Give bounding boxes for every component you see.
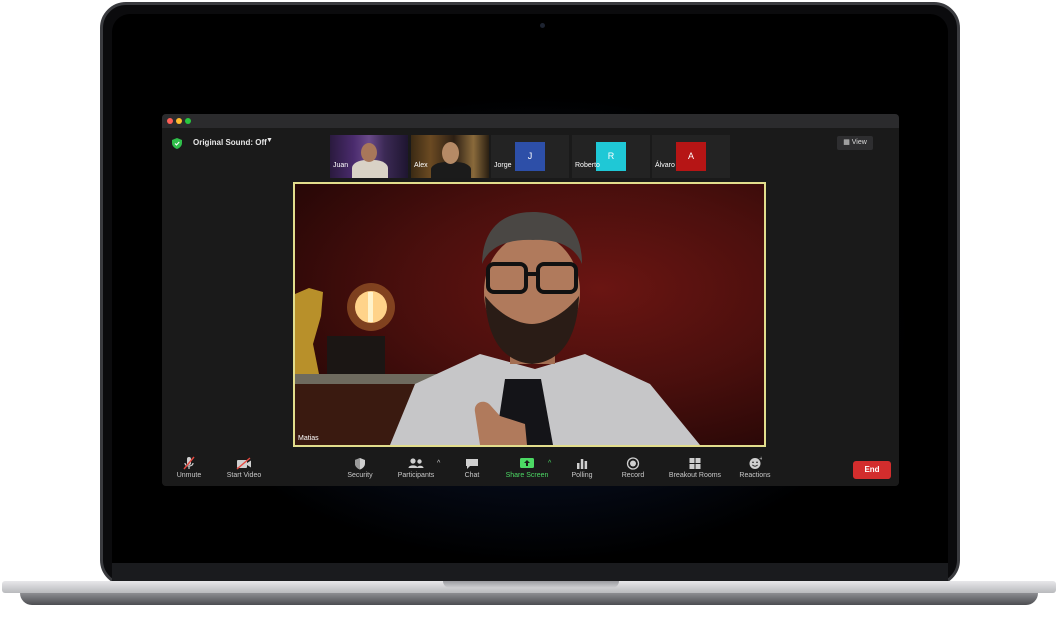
share-screen-icon <box>520 458 534 468</box>
meeting-header: Original Sound: Off ▼ Juan Alex J Jorge … <box>162 128 899 182</box>
laptop-chin <box>112 563 948 583</box>
participant-name: Alex <box>414 162 428 169</box>
reactions-button[interactable]: + Reactions <box>737 456 773 484</box>
gold-statue <box>295 288 323 374</box>
polling-label: Polling <box>571 472 593 479</box>
polling-chart-icon <box>577 459 588 469</box>
zoom-meeting-window: Original Sound: Off ▼ Juan Alex J Jorge … <box>162 114 899 486</box>
participant-name: Álvaro <box>655 162 675 169</box>
participant-name: Roberto <box>575 162 600 169</box>
reactions-label: Reactions <box>739 472 771 479</box>
participant-tile-alex[interactable]: Alex <box>411 135 489 178</box>
participants-icon <box>408 458 424 468</box>
minimize-window-button[interactable] <box>176 118 182 124</box>
maximize-window-button[interactable] <box>185 118 191 124</box>
security-button[interactable]: Security <box>345 456 375 484</box>
active-speaker-video[interactable]: Matias <box>293 182 766 447</box>
grid-view-icon: ▦ <box>843 139 850 146</box>
participant-tile-roberto[interactable]: R Roberto <box>572 135 650 178</box>
participants-chevron-up-icon[interactable]: ^ <box>437 460 440 467</box>
muted-microphone-icon <box>183 456 195 470</box>
meeting-toolbar: Unmute Start Video Security Participants… <box>162 452 899 486</box>
security-label: Security <box>347 472 373 479</box>
window-titlebar <box>162 114 899 128</box>
participant-name: Jorge <box>494 162 512 169</box>
glasses-bridge <box>526 272 538 276</box>
unmute-button[interactable]: Unmute <box>174 456 204 484</box>
avatar: R <box>596 142 626 171</box>
breakout-rooms-button[interactable]: Breakout Rooms <box>666 456 724 484</box>
record-button[interactable]: Record <box>618 456 648 484</box>
participant-name: Juan <box>333 162 349 169</box>
end-meeting-button[interactable]: End <box>853 461 891 479</box>
camera-icon <box>540 23 545 28</box>
chat-icon <box>466 459 478 469</box>
participant-tile-alvaro[interactable]: A Álvaro <box>652 135 730 178</box>
participants-button[interactable]: Participants <box>395 456 437 484</box>
active-speaker-name: Matias <box>298 435 319 442</box>
share-screen-button[interactable]: Share Screen <box>504 456 550 484</box>
speaker-video-frame <box>295 212 700 445</box>
svg-text:+: + <box>759 456 762 462</box>
polling-button[interactable]: Polling <box>568 456 596 484</box>
start-video-button[interactable]: Start Video <box>225 456 263 484</box>
share-screen-chevron-up-icon[interactable]: ^ <box>548 460 551 467</box>
laptop-base-bottom <box>20 593 1038 605</box>
chat-button[interactable]: Chat <box>460 456 484 484</box>
start-video-label: Start Video <box>226 472 262 479</box>
video-off-icon <box>236 457 251 470</box>
participant-video-head <box>442 142 459 164</box>
participant-video-head <box>361 143 377 162</box>
avatar: A <box>676 142 706 171</box>
view-button[interactable]: ▦ View <box>837 136 873 150</box>
share-screen-label: Share Screen <box>505 472 549 479</box>
encryption-shield-icon[interactable] <box>172 138 182 149</box>
record-label: Record <box>621 472 645 479</box>
participant-video-body <box>431 162 471 178</box>
security-shield-icon <box>355 458 365 470</box>
chat-label: Chat <box>464 472 480 479</box>
avatar: J <box>515 142 545 171</box>
lamp-base <box>327 336 385 374</box>
lamp-filament <box>368 292 373 322</box>
close-window-button[interactable] <box>167 118 173 124</box>
participant-tile-jorge[interactable]: J Jorge <box>491 135 569 178</box>
unmute-label: Unmute <box>176 472 202 479</box>
participant-video-body <box>352 160 388 178</box>
participant-tile-juan[interactable]: Juan <box>330 135 408 178</box>
record-icon <box>626 457 640 470</box>
breakout-rooms-label: Breakout Rooms <box>668 472 722 479</box>
chevron-down-icon[interactable]: ▼ <box>266 137 273 144</box>
view-label: View <box>851 139 867 146</box>
laptop-notch <box>443 581 619 588</box>
original-sound-toggle[interactable]: Original Sound: Off <box>193 138 267 147</box>
reactions-smiley-icon: + <box>749 456 762 469</box>
breakout-rooms-grid-icon <box>689 458 701 469</box>
participants-label: Participants <box>397 472 435 479</box>
laptop-base <box>2 581 1056 607</box>
